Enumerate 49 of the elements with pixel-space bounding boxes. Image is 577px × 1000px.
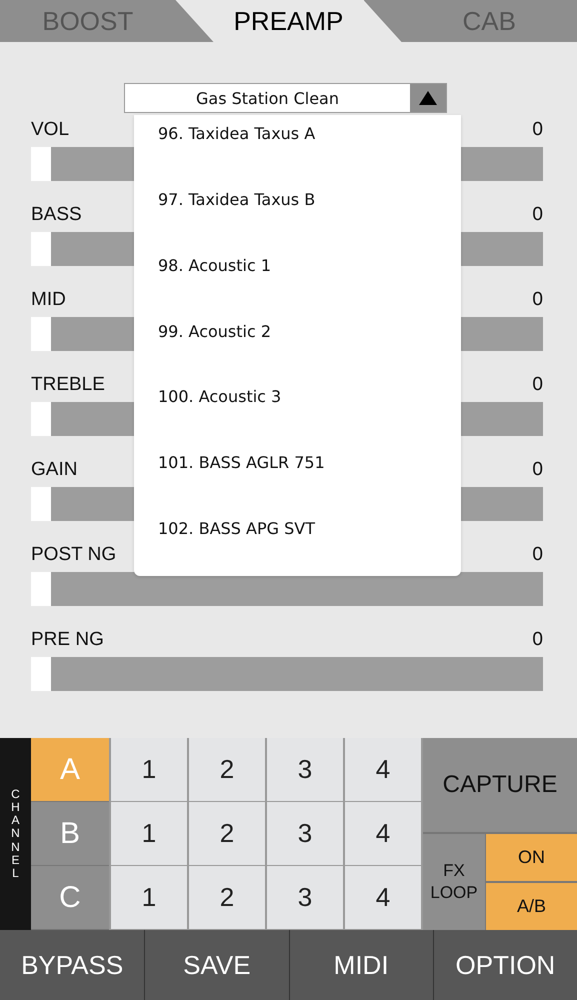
slider-label: POST NG xyxy=(31,544,116,566)
preset-slot-button[interactable]: 2 xyxy=(187,802,265,866)
fx-loop-button[interactable]: ON xyxy=(486,834,577,881)
slider-track[interactable] xyxy=(31,572,543,606)
slider-value: 0 xyxy=(532,629,543,651)
dropdown-item[interactable]: 102. BASS APG SVT xyxy=(134,510,461,576)
dropdown-item[interactable]: 99. Acoustic 2 xyxy=(134,312,461,378)
slider-thumb[interactable] xyxy=(31,487,51,521)
preset-slot-button[interactable]: 3 xyxy=(265,738,343,802)
preset-slot-button[interactable]: 4 xyxy=(343,866,421,930)
slider-value: 0 xyxy=(532,204,543,226)
triangle-icon xyxy=(418,90,438,106)
slider-label: MID xyxy=(31,289,66,311)
slider-label: TREBLE xyxy=(31,374,105,396)
slider-track[interactable] xyxy=(31,657,543,691)
dropdown-item[interactable]: 98. Acoustic 1 xyxy=(134,246,461,313)
preset-slot-button[interactable]: 2 xyxy=(187,738,265,802)
dropdown-item[interactable]: 96. Taxidea Taxus A xyxy=(134,115,461,181)
slider-label: VOL xyxy=(31,119,70,141)
fx-loop-button[interactable]: A/B xyxy=(486,883,577,930)
slider-label: BASS xyxy=(31,204,82,226)
slider-thumb[interactable] xyxy=(31,402,51,436)
preset-slot-button[interactable]: 1 xyxy=(109,738,187,802)
slider-value: 0 xyxy=(532,459,543,481)
preset-select-value: Gas Station Clean xyxy=(195,88,340,110)
dropdown-item[interactable]: 97. Taxidea Taxus B xyxy=(134,180,461,247)
slider-thumb[interactable] xyxy=(31,147,51,181)
preset-slot-button[interactable]: 2 xyxy=(187,866,265,930)
preset-slot-button[interactable]: 3 xyxy=(265,802,343,866)
preset-slot-button[interactable]: 4 xyxy=(343,802,421,866)
preset-slot-button[interactable]: 4 xyxy=(343,738,421,802)
slider-label: GAIN xyxy=(31,459,78,481)
preset-slot-button[interactable]: 1 xyxy=(109,866,187,930)
slider-thumb[interactable] xyxy=(31,232,51,266)
slider-value: 0 xyxy=(532,374,543,396)
slider-thumb[interactable] xyxy=(31,572,51,606)
slider-thumb[interactable] xyxy=(31,657,51,691)
slider-value: 0 xyxy=(532,119,543,141)
slider-value: 0 xyxy=(532,289,543,311)
preset-slot-button[interactable]: 1 xyxy=(109,802,187,866)
slider-label: PRE NG xyxy=(31,629,104,651)
slider-value: 0 xyxy=(532,544,543,566)
dropdown-item[interactable]: 100. Acoustic 3 xyxy=(134,378,461,444)
fx-loop-label: FX LOOP xyxy=(429,860,479,904)
preset-slot-button[interactable]: 3 xyxy=(265,866,343,930)
preset-select[interactable]: Gas Station Clean xyxy=(124,83,447,113)
dropdown-item[interactable]: 101. BASS AGLR 751 xyxy=(134,444,461,510)
slider-thumb[interactable] xyxy=(31,317,51,351)
channel-label: CHANNEL xyxy=(10,788,21,880)
